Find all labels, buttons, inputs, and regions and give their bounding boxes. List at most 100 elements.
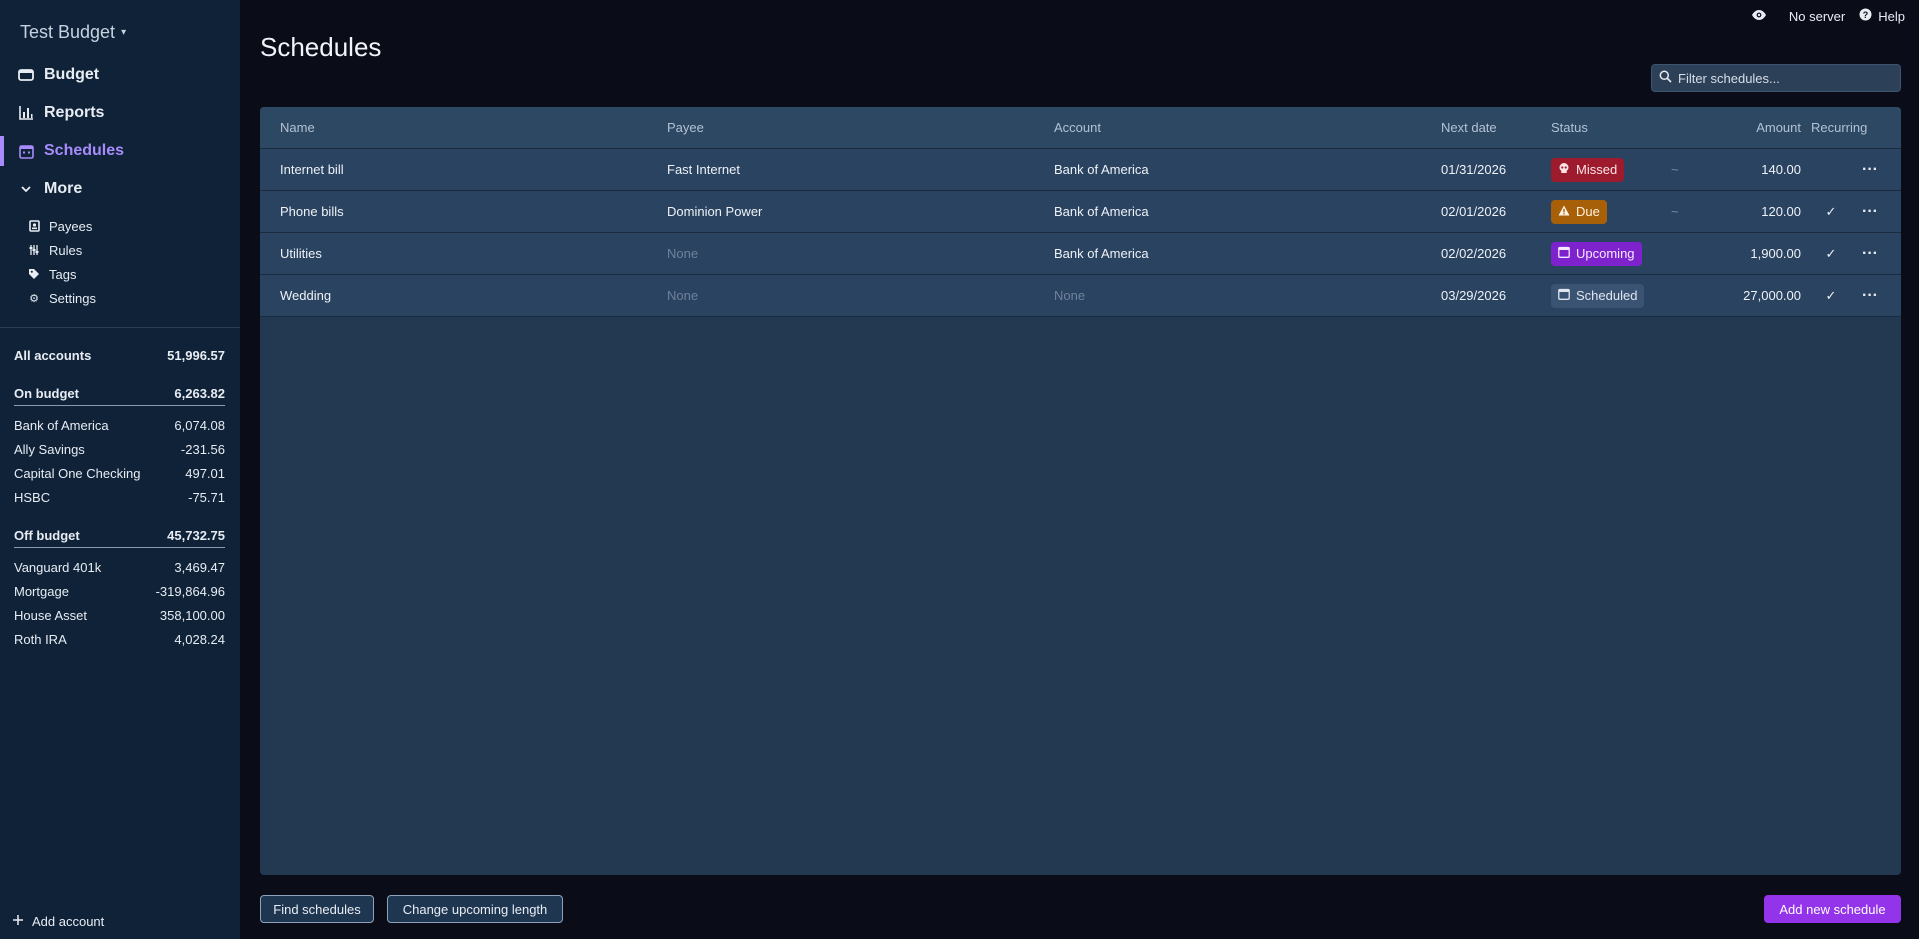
add-account-label: Add account	[32, 914, 105, 929]
account-name: HSBC	[14, 489, 51, 505]
account-balance: 4,028.24	[174, 631, 225, 647]
sidebar-item-label: Tags	[49, 266, 77, 282]
row-menu-button[interactable]: ···	[1850, 275, 1890, 316]
sidebar-item-payees[interactable]: Payees	[28, 215, 92, 237]
help-button[interactable]: ? Help	[1859, 8, 1905, 24]
wallet-icon	[18, 67, 34, 83]
calendar-icon	[1558, 288, 1570, 303]
schedule-payee: None	[667, 246, 699, 261]
nav-more[interactable]: More	[0, 174, 240, 204]
account-balance: 358,100.00	[159, 607, 225, 623]
payees-icon	[28, 220, 40, 232]
privacy-toggle-button[interactable]	[1751, 9, 1767, 24]
account-row[interactable]: HSBC -75.71	[14, 486, 225, 508]
account-row[interactable]: Ally Savings -231.56	[14, 438, 225, 460]
schedule-amount: 1,900.00	[1750, 246, 1801, 261]
off-budget-row[interactable]: Off budget 45,732.75	[14, 524, 225, 548]
all-accounts-row[interactable]: All accounts 51,996.57	[14, 344, 225, 366]
calendar-icon	[1558, 246, 1570, 261]
nav-label: More	[44, 180, 83, 197]
sidebar-item-tags[interactable]: Tags	[28, 263, 76, 285]
find-schedules-button[interactable]: Find schedules	[260, 895, 374, 923]
sidebar-item-rules[interactable]: Rules	[28, 239, 82, 261]
status-badge: Scheduled	[1551, 283, 1645, 308]
on-budget-row[interactable]: On budget 6,263.82	[14, 382, 225, 406]
schedule-name: Wedding	[280, 288, 332, 303]
status-cell: Due	[1551, 191, 1607, 232]
account-row[interactable]: Bank of America 6,074.08	[14, 414, 225, 436]
schedule-account: Bank of America	[1054, 246, 1149, 261]
table-row[interactable]: Internet bill Fast Internet Bank of Amer…	[260, 149, 1901, 191]
budget-name-menu[interactable]: Test Budget ▾	[20, 22, 126, 43]
filter-schedules-field[interactable]	[1651, 64, 1901, 92]
column-header-name[interactable]: Name	[280, 107, 315, 148]
account-name: Ally Savings	[14, 441, 85, 457]
account-row[interactable]: Vanguard 401k 3,469.47	[14, 556, 225, 578]
account-name: On budget	[14, 386, 79, 401]
schedule-payee: None	[667, 288, 699, 303]
table-row[interactable]: Utilities None Bank of America 02/02/202…	[260, 233, 1901, 275]
nav-label: Budget	[44, 66, 100, 83]
server-status-button[interactable]: No server	[1789, 9, 1845, 24]
change-upcoming-length-button[interactable]: Change upcoming length	[387, 895, 563, 923]
schedule-account: Bank of America	[1054, 162, 1149, 177]
schedule-name: Utilities	[280, 246, 322, 261]
approx-indicator: ~	[1671, 204, 1679, 219]
schedule-account: Bank of America	[1054, 204, 1149, 219]
account-row[interactable]: Capital One Checking 497.01	[14, 462, 225, 484]
nav-label: Reports	[44, 104, 105, 121]
sidebar-divider	[0, 327, 240, 328]
table-header: Name Payee Account Next date Status Amou…	[260, 107, 1901, 149]
table-row[interactable]: Phone bills Dominion Power Bank of Ameri…	[260, 191, 1901, 233]
account-row[interactable]: Roth IRA 4,028.24	[14, 628, 225, 650]
add-new-schedule-button[interactable]: Add new schedule	[1764, 895, 1901, 923]
column-header-next-date[interactable]: Next date	[1441, 107, 1497, 148]
account-name: Capital One Checking	[14, 465, 141, 481]
status-badge: Missed	[1551, 157, 1625, 182]
schedule-payee: Dominion Power	[667, 204, 763, 219]
caret-down-icon: ▾	[121, 27, 127, 38]
row-menu-button[interactable]: ···	[1850, 149, 1890, 190]
tag-icon	[28, 268, 40, 280]
table-row[interactable]: Wedding None None 03/29/2026 Scheduled 2…	[260, 275, 1901, 317]
calendar-icon	[18, 143, 34, 159]
status-cell: Missed	[1551, 149, 1625, 190]
account-balance: -75.71	[188, 489, 225, 505]
nav-schedules[interactable]: Schedules	[0, 136, 240, 166]
account-name: Roth IRA	[14, 631, 67, 647]
nav-reports[interactable]: Reports	[0, 98, 240, 128]
svg-text:?: ?	[1863, 10, 1869, 20]
schedules-table: Name Payee Account Next date Status Amou…	[260, 107, 1901, 875]
add-account-button[interactable]: Add account	[12, 914, 104, 929]
status-cell: Scheduled	[1551, 275, 1645, 316]
schedule-next-date: 03/29/2026	[1441, 288, 1507, 303]
account-balance: -319,864.96	[155, 583, 225, 599]
nav-budget[interactable]: Budget	[0, 60, 240, 90]
gear-icon: ⚙	[29, 292, 39, 305]
schedule-name: Internet bill	[280, 162, 344, 177]
topbar: No server ? Help	[1751, 8, 1905, 24]
skull-icon	[1558, 162, 1570, 177]
warning-icon	[1558, 204, 1570, 219]
column-header-status[interactable]: Status	[1551, 107, 1588, 148]
filter-schedules-input[interactable]	[1678, 70, 1893, 86]
account-row[interactable]: Mortgage -319,864.96	[14, 580, 225, 602]
page-title: Schedules	[260, 32, 382, 62]
row-menu-button[interactable]: ···	[1850, 233, 1890, 274]
account-name: All accounts	[14, 347, 92, 363]
row-menu-button[interactable]: ···	[1850, 191, 1890, 232]
schedule-next-date: 02/02/2026	[1441, 246, 1507, 261]
account-balance: 497.01	[185, 465, 225, 481]
budget-name: Test Budget	[20, 22, 116, 42]
sidebar-item-label: Payees	[49, 218, 93, 234]
sidebar-item-settings[interactable]: ⚙ Settings	[28, 287, 96, 309]
account-name: House Asset	[14, 607, 87, 623]
column-header-account[interactable]: Account	[1054, 107, 1101, 148]
chevron-down-icon	[18, 181, 34, 197]
help-label: Help	[1878, 8, 1905, 24]
account-row[interactable]: House Asset 358,100.00	[14, 604, 225, 626]
column-header-recurring[interactable]: Recurring	[1775, 107, 1891, 148]
column-header-payee[interactable]: Payee	[667, 107, 704, 148]
account-balance: 3,469.47	[174, 559, 225, 575]
account-balance: 45,732.75	[167, 528, 225, 543]
